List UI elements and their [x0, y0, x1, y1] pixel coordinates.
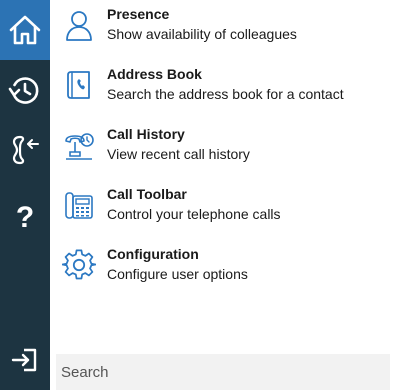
menu-item-description: Configure user options [107, 266, 248, 282]
transfer-handset-icon [12, 135, 39, 165]
desk-phone-icon [65, 192, 93, 219]
menu-item-description: View recent call history [107, 146, 250, 162]
menu-item-title: Call History [107, 126, 185, 142]
menu-item-description: Control your telephone calls [107, 206, 281, 222]
gear-icon [62, 249, 96, 280]
menu-item-call-history[interactable]: Call History View recent call history [50, 120, 396, 170]
menu-item-title: Address Book [107, 66, 202, 82]
help-question-icon: ? [15, 201, 35, 234]
menu-item-configuration[interactable]: Configuration Configure user options [50, 240, 396, 290]
address-book-icon [67, 71, 90, 99]
sidebar-help-button[interactable]: ? [0, 188, 50, 248]
history-clock-icon [8, 77, 39, 104]
menu-item-description: Show availability of colleagues [107, 26, 297, 42]
sidebar: ? [0, 0, 50, 390]
menu-item-presence[interactable]: Presence Show availability of colleagues [50, 0, 396, 50]
sidebar-history-button[interactable] [0, 60, 50, 120]
search-input[interactable] [56, 354, 390, 390]
menu-item-title: Configuration [107, 246, 199, 262]
menu-item-title: Call Toolbar [107, 186, 187, 202]
sidebar-home-button[interactable] [0, 0, 50, 60]
menu-item-title: Presence [107, 6, 170, 22]
menu-item-address-book[interactable]: Address Book Search the address book for… [50, 60, 396, 110]
sidebar-transfer-button[interactable] [0, 120, 50, 180]
menu-item-call-toolbar[interactable]: Call Toolbar Control your telephone call… [50, 180, 396, 230]
home-icon [9, 15, 41, 45]
person-icon [66, 11, 92, 41]
menu-item-description: Search the address book for a contact [107, 86, 344, 102]
sign-out-icon [11, 348, 37, 372]
phone-history-icon [65, 133, 94, 160]
sidebar-sign-out-button[interactable] [0, 330, 50, 390]
